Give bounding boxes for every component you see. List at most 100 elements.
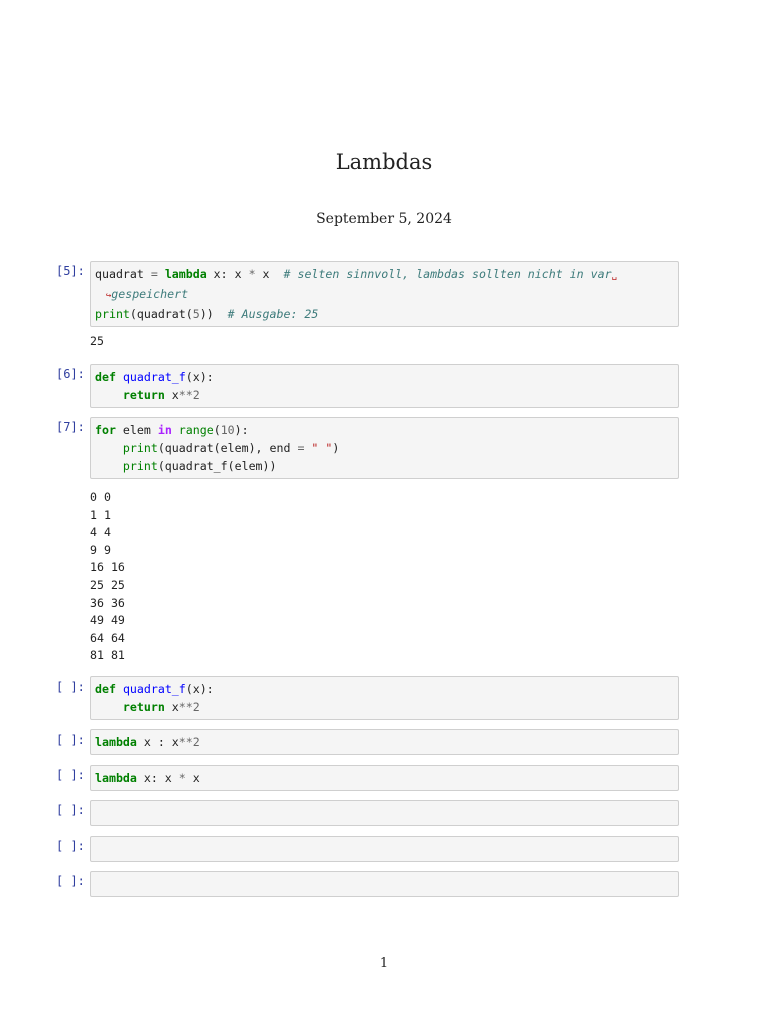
code-cell[interactable]: def quadrat_f(x): return x**2: [90, 364, 679, 408]
code-line: print(quadrat(elem), end = " "): [95, 439, 674, 457]
code-token: 10: [220, 423, 235, 437]
code-line: ↪gespeichert: [95, 285, 674, 305]
code-token: range: [178, 423, 214, 437]
code-token: x: x: [136, 771, 179, 785]
output-line: 25: [90, 334, 104, 348]
code-line: def quadrat_f(x):: [95, 680, 674, 698]
code-token: **: [178, 735, 193, 749]
output-line: 9 9: [90, 542, 111, 557]
output-line: 64 64: [90, 630, 125, 645]
output-line: 1 1: [90, 507, 111, 522]
cell-output: 25: [90, 333, 104, 351]
code-cell[interactable]: lambda x : x**2: [90, 729, 679, 755]
code-token: # selten sinnvoll, lambdas sollten nicht…: [283, 267, 612, 281]
code-cell-empty[interactable]: [90, 800, 679, 826]
code-token: lambda: [95, 735, 137, 749]
output-line: 4 4: [90, 525, 111, 540]
code-token: quadrat_f: [122, 682, 186, 696]
output-line: 49 49: [90, 613, 125, 628]
code-line: return x**2: [95, 386, 674, 404]
cell-prompt: [ ]:: [56, 768, 85, 782]
output-line: 16 16: [90, 560, 125, 575]
code-token: x: [185, 771, 200, 785]
code-token: elem: [115, 423, 158, 437]
code-token: (quadrat_f(elem)): [157, 459, 277, 473]
code-token: ):: [234, 423, 249, 437]
code-token: x: [255, 267, 284, 281]
code-token: return: [122, 700, 165, 714]
code-cell-empty[interactable]: [90, 871, 679, 897]
code-token: x : x: [136, 735, 179, 749]
code-token: =: [150, 267, 158, 281]
cell-prompt: [ ]:: [56, 874, 85, 888]
code-token: *: [248, 267, 256, 281]
code-token: x: x: [206, 267, 249, 281]
output-line: 36 36: [90, 595, 125, 610]
code-token: quadrat: [95, 267, 151, 281]
code-token: ): [332, 441, 340, 455]
code-cell[interactable]: def quadrat_f(x): return x**2: [90, 676, 679, 720]
code-line: print(quadrat_f(elem)): [95, 457, 674, 475]
code-token: print: [122, 459, 158, 473]
code-token: (: [213, 423, 221, 437]
code-token: (x):: [185, 682, 214, 696]
code-token: 2: [192, 388, 200, 402]
code-token: lambda: [95, 771, 137, 785]
cell-prompt: [6]:: [56, 367, 85, 381]
code-token: (quadrat(elem), end: [157, 441, 298, 455]
code-cell[interactable]: for elem in range(10): print(quadrat(ele…: [90, 417, 679, 479]
code-token: *: [178, 771, 186, 785]
code-token: **: [178, 700, 193, 714]
code-line: lambda x: x * x: [95, 769, 674, 787]
code-cell-empty[interactable]: [90, 836, 679, 862]
cell-prompt: [ ]:: [56, 839, 85, 853]
code-token: x: [164, 388, 179, 402]
code-token: print: [122, 441, 158, 455]
code-cell[interactable]: lambda x: x * x: [90, 765, 679, 791]
code-line: def quadrat_f(x):: [95, 368, 674, 386]
code-token: " ": [311, 441, 333, 455]
code-token: quadrat_f: [122, 370, 186, 384]
code-token: def: [95, 682, 116, 696]
document-title: Lambdas: [335, 150, 433, 174]
code-line: for elem in range(10):: [95, 421, 674, 439]
code-token: (x):: [185, 370, 214, 384]
code-token: )): [199, 307, 228, 321]
code-token: x: [164, 700, 179, 714]
code-cell[interactable]: quadrat = lambda x: x * x # selten sinnv…: [90, 261, 679, 327]
line-continuation-icon: ␣: [611, 271, 617, 281]
code-token: 2: [192, 700, 200, 714]
cell-prompt: [ ]:: [56, 803, 85, 817]
output-line: 0 0: [90, 490, 111, 504]
code-token: return: [122, 388, 165, 402]
page-number: 1: [379, 956, 389, 971]
line-continuation-icon: ↪: [95, 291, 112, 301]
code-token: in: [157, 423, 172, 437]
code-token: 5: [192, 307, 200, 321]
cell-prompt: [ ]:: [56, 680, 85, 694]
code-token: # Ausgabe: 25: [227, 307, 319, 321]
code-token: def: [95, 370, 116, 384]
output-line: 25 25: [90, 577, 125, 592]
code-token: 2: [192, 735, 200, 749]
code-token: **: [178, 388, 193, 402]
document-date: September 5, 2024: [316, 211, 452, 227]
code-token: (quadrat(: [129, 307, 193, 321]
code-token: for: [95, 423, 116, 437]
code-token: lambda: [164, 267, 207, 281]
code-line: quadrat = lambda x: x * x # selten sinnv…: [95, 265, 674, 285]
code-line: return x**2: [95, 698, 674, 716]
cell-prompt: [ ]:: [56, 733, 85, 747]
code-token: print: [95, 307, 130, 321]
